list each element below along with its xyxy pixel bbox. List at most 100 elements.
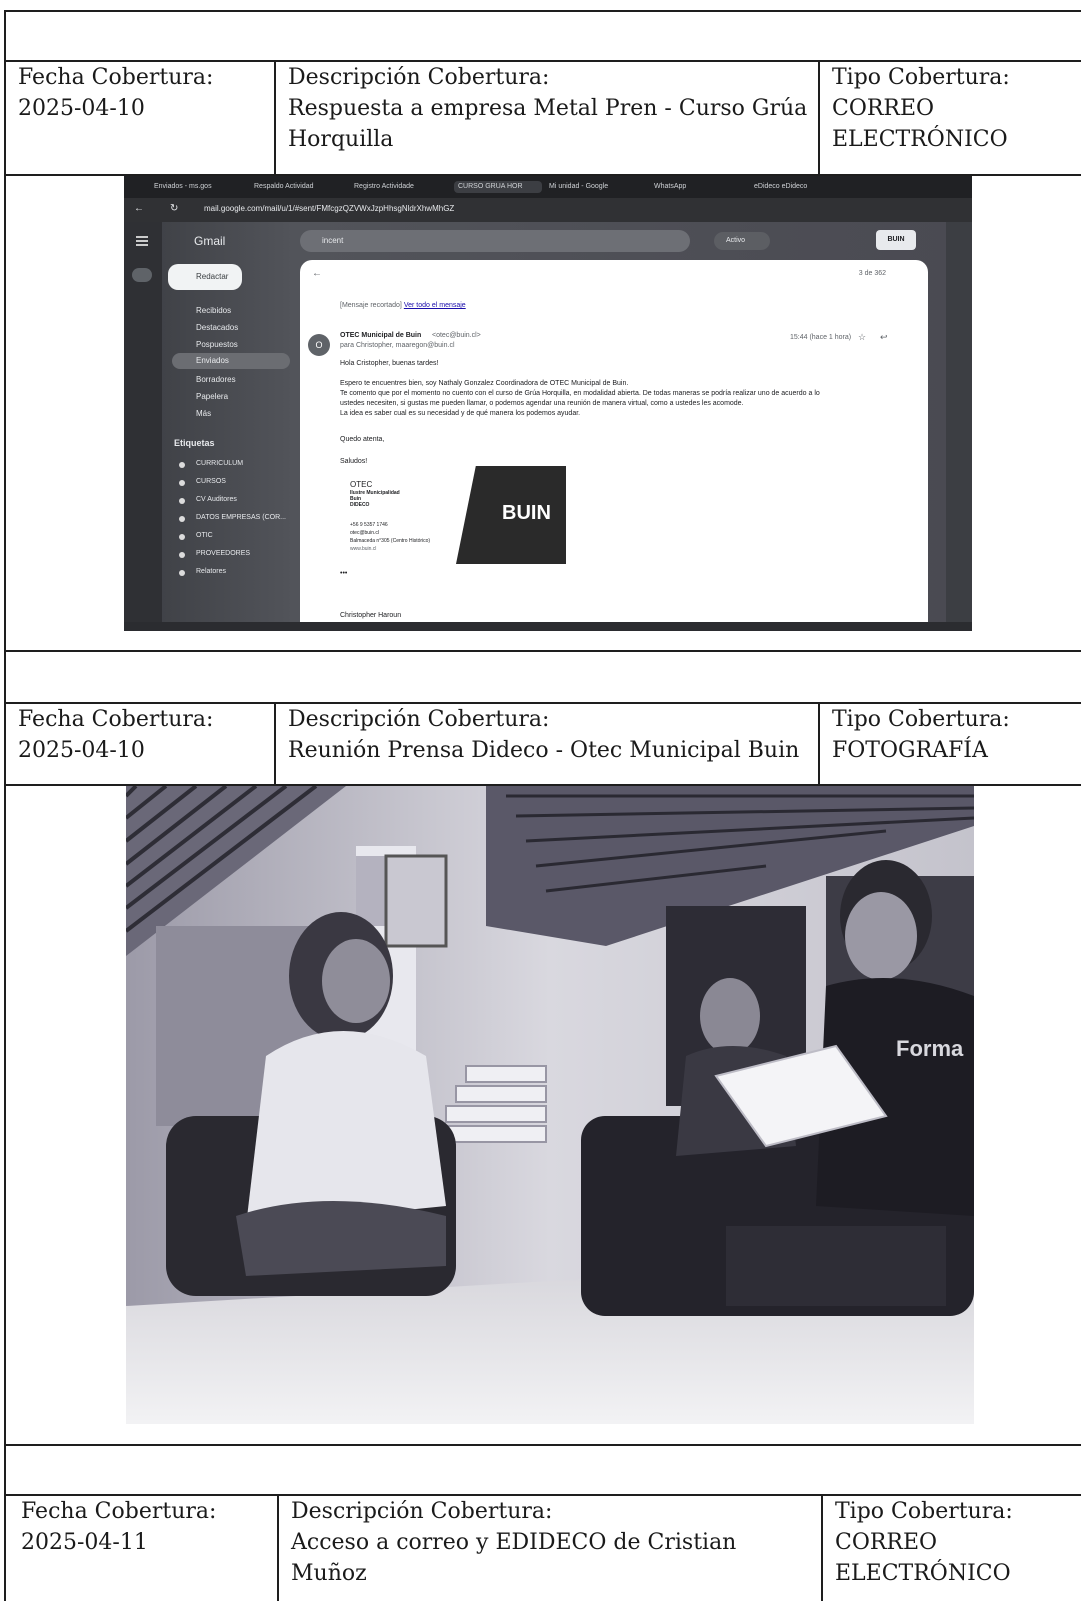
column-divider bbox=[818, 60, 820, 174]
trimmed-label: [Mensaje recortado] bbox=[340, 302, 402, 309]
nav-enviados[interactable]: Enviados bbox=[172, 353, 290, 369]
status-badge[interactable]: Activo bbox=[714, 232, 770, 250]
nav-borradores[interactable]: Borradores bbox=[196, 375, 236, 384]
fecha-label: Fecha Cobertura: bbox=[18, 707, 214, 732]
address-bar[interactable]: ← ↻ mail.google.com/mail/u/1/#sent/FMfcg… bbox=[124, 198, 972, 222]
url-text[interactable]: mail.google.com/mail/u/1/#sent/FMfcgzQZV… bbox=[204, 204, 454, 213]
browser-tab[interactable]: Enviados - ms.gos bbox=[154, 181, 244, 193]
email-greeting: Hola Cristopher, buenas tardes! bbox=[340, 360, 439, 367]
signature-line: otec@buin.cl bbox=[350, 530, 379, 536]
nav-pospuestos[interactable]: Pospuestos bbox=[196, 340, 238, 349]
entry-1-fecha: Fecha Cobertura: 2025-04-10 bbox=[18, 62, 268, 124]
fecha-label: Fecha Cobertura: bbox=[21, 1499, 217, 1524]
descripcion-label: Descripción Cobertura: bbox=[288, 707, 550, 732]
label-dot-icon bbox=[179, 498, 185, 504]
signature-line: www.buin.cl bbox=[350, 546, 377, 552]
label-item[interactable]: CURRICULUM bbox=[196, 460, 243, 467]
label-item[interactable]: CURSOS bbox=[196, 478, 226, 485]
label-dot-icon bbox=[179, 480, 185, 486]
tipo-label: Tipo Cobertura: bbox=[832, 707, 1010, 732]
email-closing: Quedo atenta, bbox=[340, 436, 385, 443]
to-line[interactable]: para Christopher, maaregon@buin.cl bbox=[340, 342, 455, 349]
label-item[interactable]: PROVEEDORES bbox=[196, 550, 250, 557]
search-input[interactable]: incent bbox=[300, 230, 690, 252]
label-item[interactable]: CV Auditores bbox=[196, 496, 237, 503]
fecha-value: 2025-04-10 bbox=[18, 96, 145, 121]
column-divider bbox=[818, 702, 820, 784]
labels-title: Etiquetas bbox=[174, 438, 215, 448]
fecha-value: 2025-04-10 bbox=[18, 738, 145, 763]
label-item[interactable]: OTIC bbox=[196, 532, 213, 539]
browser-tab[interactable]: Mi unidad - Google bbox=[549, 181, 639, 193]
reload-icon[interactable]: ↻ bbox=[170, 203, 178, 214]
menu-icon[interactable] bbox=[136, 236, 148, 238]
browser-tab[interactable]: WhatsApp bbox=[654, 181, 734, 193]
nav-destacados[interactable]: Destacados bbox=[196, 323, 238, 332]
column-divider bbox=[277, 1494, 279, 1601]
next-message-sender: Christopher Haroun bbox=[340, 612, 402, 619]
sender-name: OTEC Municipal de Buin bbox=[340, 332, 422, 339]
avatar: O bbox=[308, 334, 330, 356]
svg-text:Forma: Forma bbox=[896, 1036, 964, 1061]
entry-1-tipo: Tipo Cobertura: CORREO ELECTRÓNICO bbox=[832, 62, 1072, 155]
email-body-line: Te comento que por el momento no cuento … bbox=[340, 390, 820, 397]
signature-line: Balmaceda n°305 (Centro Histórico) bbox=[350, 538, 431, 544]
column-divider bbox=[821, 1494, 823, 1601]
email-body-line: ustedes necesiten, si gustas me pueden l… bbox=[340, 400, 744, 407]
label-dot-icon bbox=[179, 462, 185, 468]
back-icon[interactable]: ← bbox=[134, 203, 144, 214]
browser-tab[interactable]: Respaldo Actividad bbox=[254, 181, 344, 193]
entry-2-tipo: Tipo Cobertura: FOTOGRAFÍA bbox=[832, 704, 1072, 766]
reply-icon[interactable]: ↩ bbox=[880, 332, 888, 343]
more-dots-icon[interactable]: ••• bbox=[340, 570, 347, 577]
meeting-photo-illustration: Forma bbox=[126, 786, 974, 1424]
tipo-value: ELECTRÓNICO bbox=[835, 1561, 1011, 1586]
gmail-logo: Gmail bbox=[194, 234, 226, 248]
signature-line: DIDECO bbox=[350, 502, 370, 508]
label-item[interactable]: Relatores bbox=[196, 568, 226, 575]
table-border-left bbox=[4, 10, 6, 1601]
table-rule bbox=[4, 650, 1081, 652]
entry-3-fecha: Fecha Cobertura: 2025-04-11 bbox=[21, 1496, 271, 1558]
tipo-value: CORREO bbox=[835, 1530, 938, 1555]
email-body-line: La idea es saber cual es su necesidad y … bbox=[340, 410, 581, 417]
compose-button[interactable]: Redactar bbox=[168, 264, 242, 290]
fecha-value: 2025-04-11 bbox=[21, 1530, 148, 1555]
browser-tab-active[interactable]: CURSO GRUA HOR bbox=[454, 181, 542, 193]
descripcion-value: Reunión Prensa Dideco - Otec Municipal B… bbox=[288, 738, 800, 763]
browser-tab[interactable]: Registro Actividade bbox=[354, 181, 444, 193]
entry-3-descripcion: Descripción Cobertura: Acceso a correo y… bbox=[291, 1496, 811, 1589]
sender-email: <otec@buin.cl> bbox=[432, 332, 481, 339]
descripcion-value: Horquilla bbox=[288, 127, 394, 152]
entry-3-tipo: Tipo Cobertura: CORREO ELECTRÓNICO bbox=[835, 1496, 1075, 1589]
view-all-link[interactable]: Ver todo el mensaje bbox=[404, 302, 466, 309]
nav-recibidos[interactable]: Recibidos bbox=[196, 306, 231, 315]
mail-icon[interactable] bbox=[132, 268, 152, 282]
tipo-label: Tipo Cobertura: bbox=[832, 65, 1010, 90]
gmail-body: Gmail Redactar Recibidos Destacados Posp… bbox=[124, 222, 972, 622]
email-saludos: Saludos! bbox=[340, 458, 368, 465]
nav-mas[interactable]: Más bbox=[196, 409, 211, 418]
table-rule bbox=[4, 10, 1081, 12]
label-item[interactable]: DATOS EMPRESAS (COR... bbox=[196, 514, 286, 521]
pager: 3 de 362 bbox=[858, 270, 886, 277]
star-icon[interactable]: ☆ bbox=[858, 332, 866, 343]
tipo-value: ELECTRÓNICO bbox=[832, 127, 1008, 152]
browser-tab[interactable]: eDideco eDideco bbox=[754, 181, 834, 193]
column-divider bbox=[274, 702, 276, 784]
signature-line: OTEC bbox=[350, 480, 373, 489]
account-badge[interactable]: BUIN bbox=[876, 230, 916, 250]
meeting-photo: Forma bbox=[126, 786, 974, 1424]
email-view: ← 3 de 362 [Mensaje recortado] Ver todo … bbox=[300, 260, 928, 622]
table-rule bbox=[4, 1444, 1081, 1446]
descripcion-value: Respuesta a empresa Metal Pren - Curso G… bbox=[288, 96, 808, 121]
label-dot-icon bbox=[179, 516, 185, 522]
fecha-label: Fecha Cobertura: bbox=[18, 65, 214, 90]
email-body-line: Espero te encuentres bien, soy Nathaly G… bbox=[340, 380, 629, 387]
label-dot-icon bbox=[179, 552, 185, 558]
descripcion-label: Descripción Cobertura: bbox=[288, 65, 550, 90]
back-arrow-icon[interactable]: ← bbox=[312, 268, 322, 279]
label-dot-icon bbox=[179, 534, 185, 540]
nav-papelera[interactable]: Papelera bbox=[196, 392, 228, 401]
app-rail bbox=[124, 222, 162, 622]
